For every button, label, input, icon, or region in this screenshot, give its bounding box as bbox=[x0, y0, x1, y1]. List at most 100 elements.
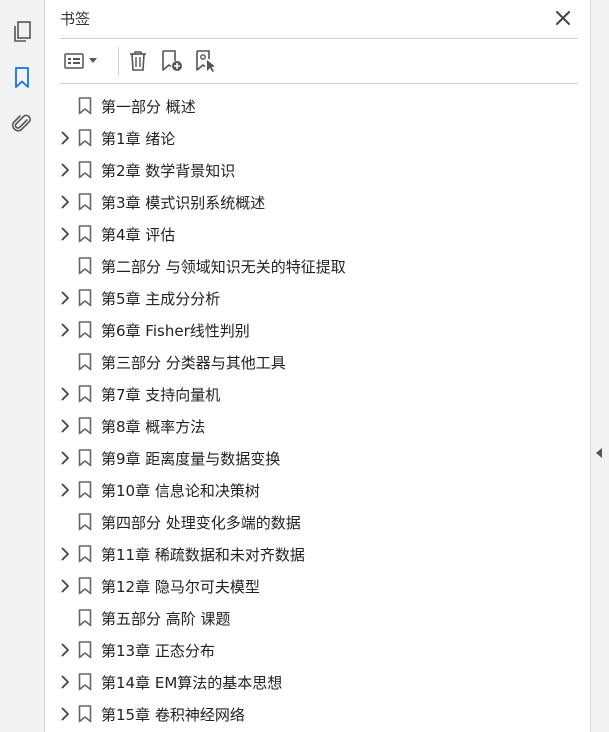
new-bookmark-from-structure-button[interactable] bbox=[194, 49, 218, 73]
bookmark-add-icon bbox=[160, 49, 184, 73]
chevron-right-icon[interactable] bbox=[57, 162, 73, 178]
left-rail bbox=[0, 0, 45, 732]
bookmark-icon bbox=[78, 289, 92, 307]
chevron-right-icon[interactable] bbox=[57, 194, 73, 210]
chevron-right-icon[interactable] bbox=[57, 130, 73, 146]
bookmark-label: 第11章 稀疏数据和未对齐数据 bbox=[101, 546, 305, 564]
bookmark-label: 第1章 绪论 bbox=[101, 130, 176, 148]
bookmark-item[interactable]: 第13章 正态分布 bbox=[45, 634, 590, 666]
bookmark-icon bbox=[78, 225, 92, 243]
bookmark-icon bbox=[78, 385, 92, 403]
bookmark-icon bbox=[78, 97, 92, 115]
bookmark-icon bbox=[78, 481, 92, 499]
collapse-arrow-icon[interactable] bbox=[596, 448, 602, 458]
chevron-right-icon[interactable] bbox=[57, 386, 73, 402]
trash-icon bbox=[128, 50, 148, 72]
chevron-down-icon bbox=[88, 58, 97, 64]
chevron-right-icon[interactable] bbox=[57, 322, 73, 338]
list-options-icon bbox=[63, 52, 86, 70]
delete-bookmark-button[interactable] bbox=[126, 49, 150, 73]
panel-title: 书签 bbox=[60, 10, 91, 28]
chevron-right-icon[interactable] bbox=[57, 642, 73, 658]
bookmark-icon bbox=[78, 353, 92, 371]
bookmark-item[interactable]: 第15章 卷积神经网络 bbox=[45, 698, 590, 730]
chevron-right-icon[interactable] bbox=[57, 290, 73, 306]
chevron-right-icon[interactable] bbox=[57, 674, 73, 690]
bookmark-item[interactable]: 第2章 数学背景知识 bbox=[45, 154, 590, 186]
new-bookmark-button[interactable] bbox=[160, 49, 184, 73]
right-collapse-strip bbox=[590, 0, 609, 732]
bookmark-label: 第四部分 处理变化多端的数据 bbox=[101, 514, 301, 532]
bookmark-label: 第9章 距离度量与数据变换 bbox=[101, 450, 281, 468]
bookmark-label: 第5章 主成分分析 bbox=[101, 290, 221, 308]
bookmark-item[interactable]: 第一部分 概述 bbox=[45, 90, 590, 122]
bookmark-label: 第15章 卷积神经网络 bbox=[101, 706, 245, 724]
bookmark-icon bbox=[78, 545, 92, 563]
close-icon bbox=[554, 9, 572, 27]
bookmark-item[interactable]: 第14章 EM算法的基本思想 bbox=[45, 666, 590, 698]
bookmark-label: 第6章 Fisher线性判别 bbox=[101, 322, 250, 340]
bookmarks-app: 书签 第一部分 概述 第1章 绪论 第2章 数学背景知识 第3章 模式识别系统概… bbox=[0, 0, 609, 732]
attachment-icon bbox=[11, 112, 33, 136]
bookmark-icon bbox=[78, 449, 92, 467]
chevron-right-icon[interactable] bbox=[57, 226, 73, 242]
bookmark-icon bbox=[78, 321, 92, 339]
bookmark-item[interactable]: 第三部分 分类器与其他工具 bbox=[45, 346, 590, 378]
bookmark-item[interactable]: 第4章 评估 bbox=[45, 218, 590, 250]
bookmarks-panel: 书签 第一部分 概述 第1章 绪论 第2章 数学背景知识 第3章 模式识别系统概… bbox=[45, 0, 590, 732]
bookmark-icon bbox=[78, 129, 92, 147]
bookmark-icon bbox=[78, 161, 92, 179]
bookmark-icon bbox=[78, 193, 92, 211]
chevron-right-icon[interactable] bbox=[57, 706, 73, 722]
bookmark-item[interactable]: 第1章 绪论 bbox=[45, 122, 590, 154]
bookmark-label: 第13章 正态分布 bbox=[101, 642, 215, 660]
bookmark-item[interactable]: 第五部分 高阶 课题 bbox=[45, 602, 590, 634]
close-button[interactable] bbox=[554, 9, 572, 27]
bookmark-label: 第7章 支持向量机 bbox=[101, 386, 221, 404]
bookmark-item[interactable]: 第12章 隐马尔可夫模型 bbox=[45, 570, 590, 602]
bookmark-item[interactable]: 第3章 模式识别系统概述 bbox=[45, 186, 590, 218]
chevron-right-icon[interactable] bbox=[57, 482, 73, 498]
bookmark-item[interactable]: 第8章 概率方法 bbox=[45, 410, 590, 442]
pages-button[interactable] bbox=[8, 18, 36, 46]
bookmark-toolbar bbox=[60, 39, 578, 84]
panel-header: 书签 bbox=[60, 0, 578, 39]
bookmark-icon bbox=[12, 66, 32, 90]
bookmark-item[interactable]: 第11章 稀疏数据和未对齐数据 bbox=[45, 538, 590, 570]
attachments-button[interactable] bbox=[8, 110, 36, 138]
chevron-right-icon[interactable] bbox=[57, 546, 73, 562]
bookmark-item[interactable]: 第10章 信息论和决策树 bbox=[45, 474, 590, 506]
bookmark-label: 第10章 信息论和决策树 bbox=[101, 482, 260, 500]
bookmark-label: 第3章 模式识别系统概述 bbox=[101, 194, 266, 212]
bookmark-icon bbox=[78, 417, 92, 435]
bookmark-item[interactable]: 第二部分 与领域知识无关的特征提取 bbox=[45, 250, 590, 282]
bookmark-icon bbox=[78, 257, 92, 275]
toolbar-separator bbox=[118, 47, 119, 75]
bookmark-label: 第二部分 与领域知识无关的特征提取 bbox=[101, 258, 346, 276]
bookmark-icon bbox=[78, 577, 92, 595]
chevron-right-icon[interactable] bbox=[57, 578, 73, 594]
pages-icon bbox=[11, 20, 33, 44]
bookmark-icon bbox=[78, 673, 92, 691]
bookmark-cursor-icon bbox=[194, 49, 218, 73]
chevron-right-icon[interactable] bbox=[57, 450, 73, 466]
bookmark-item[interactable]: 第四部分 处理变化多端的数据 bbox=[45, 506, 590, 538]
bookmark-label: 第2章 数学背景知识 bbox=[101, 162, 236, 180]
bookmark-icon bbox=[78, 609, 92, 627]
bookmark-icon bbox=[78, 513, 92, 531]
bookmark-item[interactable]: 第9章 距离度量与数据变换 bbox=[45, 442, 590, 474]
bookmark-label: 第14章 EM算法的基本思想 bbox=[101, 674, 283, 692]
bookmark-label: 第8章 概率方法 bbox=[101, 418, 206, 436]
bookmark-label: 第五部分 高阶 课题 bbox=[101, 610, 231, 628]
chevron-right-icon[interactable] bbox=[57, 418, 73, 434]
bookmark-item[interactable]: 第7章 支持向量机 bbox=[45, 378, 590, 410]
options-menu-button[interactable] bbox=[60, 49, 100, 73]
bookmark-label: 第三部分 分类器与其他工具 bbox=[101, 354, 286, 372]
bookmarks-button[interactable] bbox=[8, 64, 36, 92]
bookmark-label: 第12章 隐马尔可夫模型 bbox=[101, 578, 260, 596]
bookmark-item[interactable]: 第5章 主成分分析 bbox=[45, 282, 590, 314]
bookmark-item[interactable]: 第6章 Fisher线性判别 bbox=[45, 314, 590, 346]
bookmark-icon bbox=[78, 705, 92, 723]
bookmark-label: 第一部分 概述 bbox=[101, 98, 196, 116]
bookmark-list: 第一部分 概述 第1章 绪论第2章 数学背景知识第3章 模式识别系统概述第4章 评… bbox=[45, 90, 590, 730]
